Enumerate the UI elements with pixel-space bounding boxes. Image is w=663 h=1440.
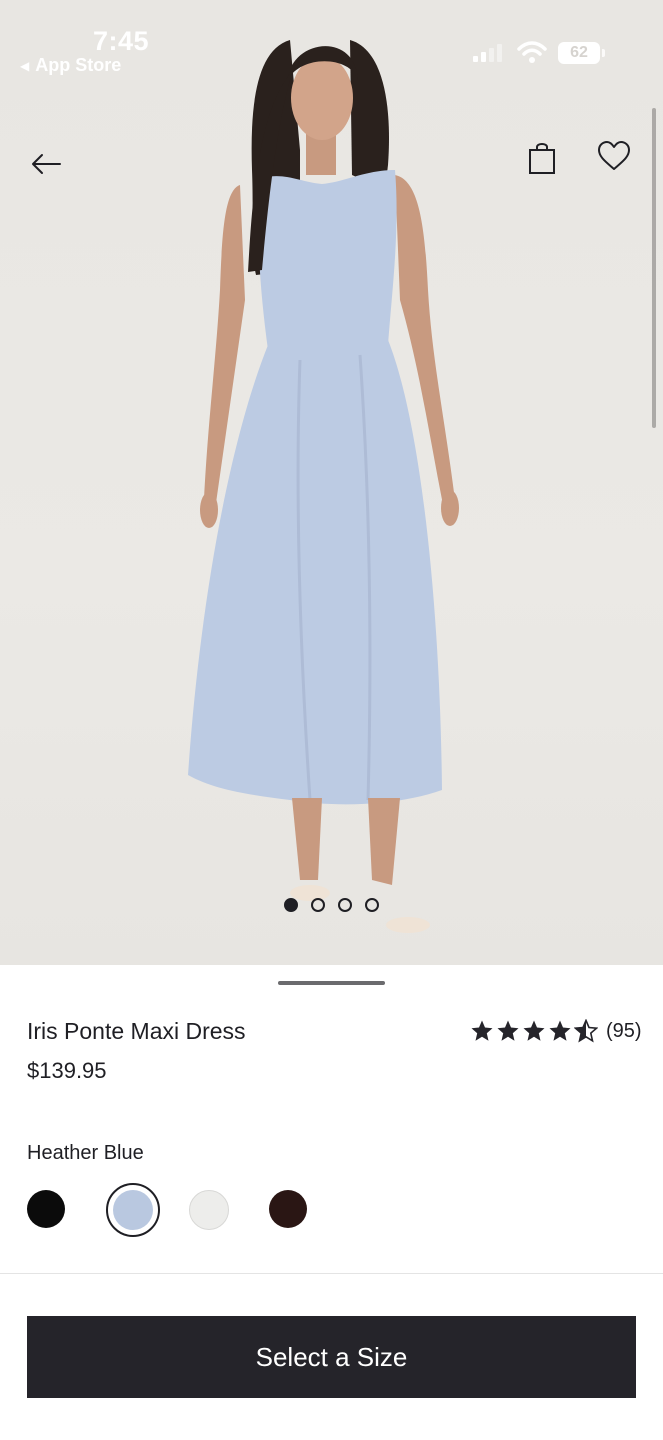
battery-icon: 62 bbox=[558, 42, 605, 64]
arrow-left-icon[interactable] bbox=[28, 146, 64, 182]
gallery-page-indicator[interactable] bbox=[284, 898, 379, 912]
wifi-icon bbox=[517, 41, 547, 63]
star-full-icon bbox=[497, 1020, 519, 1041]
cellular-signal-icon bbox=[473, 44, 502, 62]
color-swatch-heather-blue[interactable] bbox=[113, 1190, 153, 1230]
sheet-grabber[interactable] bbox=[278, 981, 385, 985]
battery-level: 62 bbox=[570, 44, 588, 61]
color-swatch-white[interactable] bbox=[189, 1190, 229, 1230]
color-swatch-brown[interactable] bbox=[269, 1190, 307, 1228]
back-app-label: App Store bbox=[35, 55, 122, 75]
product-photo bbox=[188, 40, 459, 933]
star-full-icon bbox=[523, 1020, 545, 1041]
select-size-button[interactable]: Select a Size bbox=[27, 1316, 636, 1398]
product-image-gallery[interactable]: 7:45 ◀ App Store 62 bbox=[0, 0, 663, 965]
back-triangle-icon: ◀ bbox=[20, 58, 30, 73]
divider bbox=[0, 1273, 663, 1274]
color-swatch-black[interactable] bbox=[27, 1190, 65, 1228]
product-title: Iris Ponte Maxi Dress bbox=[27, 1018, 246, 1044]
gallery-dot[interactable] bbox=[365, 898, 379, 912]
star-full-icon bbox=[471, 1020, 493, 1041]
product-price: $139.95 bbox=[27, 1058, 107, 1083]
status-bar: 7:45 ◀ App Store 62 bbox=[0, 0, 663, 90]
back-to-app-link[interactable]: ◀ App Store bbox=[20, 55, 121, 76]
gallery-dot[interactable] bbox=[311, 898, 325, 912]
star-half-icon bbox=[574, 1019, 598, 1043]
gallery-dot[interactable] bbox=[338, 898, 352, 912]
heart-icon[interactable] bbox=[596, 139, 632, 173]
star-full-icon bbox=[549, 1020, 571, 1041]
scroll-indicator bbox=[652, 108, 656, 428]
status-time: 7:45 bbox=[93, 26, 150, 56]
product-rating[interactable]: (95) bbox=[470, 1019, 642, 1043]
selected-color-label: Heather Blue bbox=[27, 1142, 144, 1164]
gallery-dot[interactable] bbox=[284, 898, 298, 912]
shopping-bag-icon[interactable] bbox=[525, 140, 559, 176]
review-count: (95) bbox=[606, 1019, 642, 1042]
